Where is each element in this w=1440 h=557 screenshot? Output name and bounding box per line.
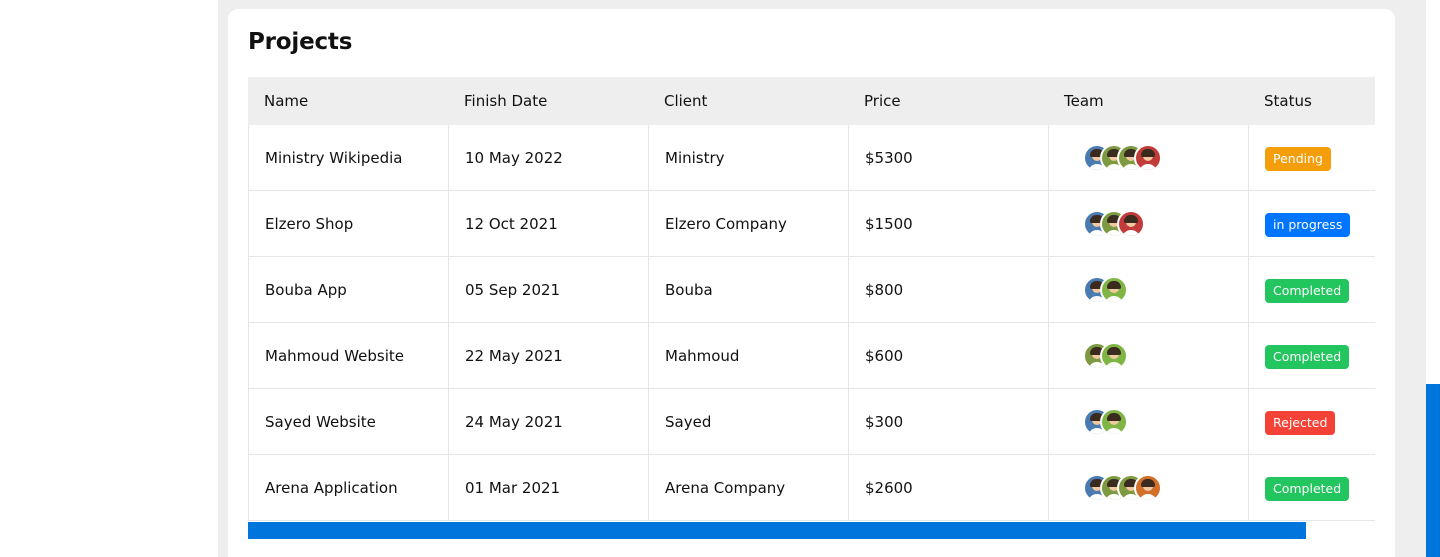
table-body: Ministry Wikipedia 10 May 2022 Ministry $53… bbox=[248, 125, 1375, 521]
team-avatars bbox=[1065, 323, 1248, 389]
table-row: Arena Application 01 Mar 2021 Arena Compan… bbox=[248, 455, 1375, 521]
cell-status: Completed bbox=[1248, 323, 1375, 389]
team-avatars bbox=[1065, 455, 1248, 521]
cell-finish-date: 10 May 2022 bbox=[448, 125, 648, 191]
cell-client: Arena Company bbox=[648, 455, 848, 521]
cell-client: Mahmoud bbox=[648, 323, 848, 389]
table-row: Ministry Wikipedia 10 May 2022 Ministry $53… bbox=[248, 125, 1375, 191]
avatar bbox=[1134, 144, 1162, 172]
status-badge: in progress bbox=[1265, 212, 1351, 237]
cell-finish-date: 12 Oct 2021 bbox=[448, 191, 648, 257]
team-avatars bbox=[1065, 125, 1248, 191]
status-badge: Completed bbox=[1265, 476, 1350, 501]
column-header-status: Status bbox=[1264, 92, 1312, 110]
cell-name: Bouba App bbox=[248, 257, 448, 323]
team-avatars bbox=[1065, 257, 1248, 323]
cell-name: Sayed Website bbox=[248, 389, 448, 455]
cell-team bbox=[1048, 125, 1248, 191]
cell-team bbox=[1048, 323, 1248, 389]
cell-team bbox=[1048, 257, 1248, 323]
cell-status: in progress bbox=[1248, 191, 1375, 257]
cell-price: $800 bbox=[848, 257, 1048, 323]
status-badge: Completed bbox=[1265, 278, 1350, 303]
cell-client: Ministry bbox=[648, 125, 848, 191]
cell-status: Completed bbox=[1248, 257, 1375, 323]
cell-price: $1500 bbox=[848, 191, 1048, 257]
cell-finish-date: 22 May 2021 bbox=[448, 323, 648, 389]
table-row: Elzero Shop 12 Oct 2021 Elzero Company $150… bbox=[248, 191, 1375, 257]
main-content: Projects Name Finish Date Client Price T… bbox=[218, 0, 1426, 557]
sidebar bbox=[0, 0, 218, 557]
cell-client: Bouba bbox=[648, 257, 848, 323]
card-title: Projects bbox=[248, 29, 353, 55]
cell-client: Sayed bbox=[648, 389, 848, 455]
status-badge: Rejected bbox=[1265, 410, 1336, 435]
cell-client: Elzero Company bbox=[648, 191, 848, 257]
cell-team bbox=[1048, 389, 1248, 455]
column-header-team: Team bbox=[1064, 92, 1104, 110]
team-avatars bbox=[1065, 389, 1248, 455]
table-row: Mahmoud Website 22 May 2021 Mahmoud $600 Com… bbox=[248, 323, 1375, 389]
avatar bbox=[1134, 474, 1162, 502]
avatar bbox=[1100, 276, 1128, 304]
avatar bbox=[1100, 342, 1128, 370]
cell-name: Ministry Wikipedia bbox=[248, 125, 448, 191]
cell-finish-date: 24 May 2021 bbox=[448, 389, 648, 455]
table-header: Name Finish Date Client Price Team Statu… bbox=[248, 77, 1375, 125]
cell-price: $5300 bbox=[848, 125, 1048, 191]
column-header-price: Price bbox=[864, 92, 901, 110]
projects-card: Projects Name Finish Date Client Price T… bbox=[228, 9, 1395, 557]
cell-status: Pending bbox=[1248, 125, 1375, 191]
cell-name: Mahmoud Website bbox=[248, 323, 448, 389]
vertical-scrollbar-thumb[interactable] bbox=[1426, 384, 1440, 557]
column-header-client: Client bbox=[664, 92, 708, 110]
status-badge: Pending bbox=[1265, 146, 1331, 171]
cell-name: Arena Application bbox=[248, 455, 448, 521]
cell-price: $2600 bbox=[848, 455, 1048, 521]
cell-name: Elzero Shop bbox=[248, 191, 448, 257]
avatar bbox=[1100, 408, 1128, 436]
projects-table: Name Finish Date Client Price Team Statu… bbox=[248, 77, 1375, 521]
cell-price: $300 bbox=[848, 389, 1048, 455]
table-row: Sayed Website 24 May 2021 Sayed $300 Rejecte… bbox=[248, 389, 1375, 455]
table-row: Bouba App 05 Sep 2021 Bouba $800 Completed bbox=[248, 257, 1375, 323]
cell-finish-date: 05 Sep 2021 bbox=[448, 257, 648, 323]
cell-status: Rejected bbox=[1248, 389, 1375, 455]
cell-finish-date: 01 Mar 2021 bbox=[448, 455, 648, 521]
cell-price: $600 bbox=[848, 323, 1048, 389]
status-badge: Completed bbox=[1265, 344, 1350, 369]
cell-status: Completed bbox=[1248, 455, 1375, 521]
column-header-finish-date: Finish Date bbox=[464, 92, 548, 110]
horizontal-scrollbar[interactable] bbox=[248, 522, 1306, 539]
avatar bbox=[1117, 210, 1145, 238]
vertical-scrollbar-track[interactable] bbox=[1426, 0, 1440, 384]
cell-team bbox=[1048, 455, 1248, 521]
team-avatars bbox=[1065, 191, 1248, 257]
column-header-name: Name bbox=[264, 92, 309, 110]
cell-team bbox=[1048, 191, 1248, 257]
projects-table-container[interactable]: Name Finish Date Client Price Team Statu… bbox=[248, 77, 1375, 539]
